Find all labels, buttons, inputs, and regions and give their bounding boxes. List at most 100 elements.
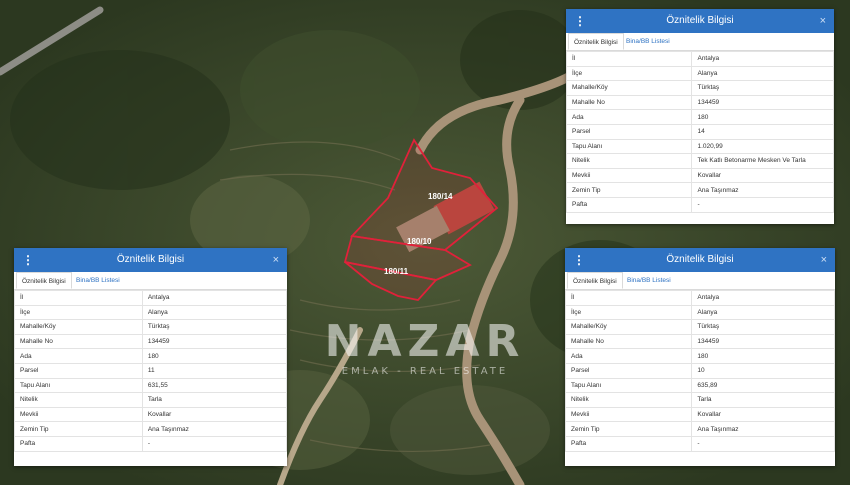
parcel-label: 180/14 <box>428 192 453 201</box>
attribute-value: Tarla <box>141 392 288 408</box>
attribute-value: Alanya <box>691 304 835 321</box>
attribute-value: Kovallar <box>691 406 835 423</box>
table-row: Mevkii Kovallar <box>565 167 834 184</box>
panel-tabs: Öznitelik Bilgisi Bina/BB Listesi <box>566 33 834 51</box>
table-row: Mahalle No 134459 <box>564 333 835 350</box>
menu-icon[interactable]: ⋮ <box>573 248 585 272</box>
attribute-key: Zemin Tip <box>14 421 143 437</box>
panel-tabs: Öznitelik Bilgisi Bina/BB Listesi <box>565 272 835 290</box>
attribute-key: Mevkii <box>14 406 143 423</box>
table-row: Tapu Alanı 1.020,99 <box>565 138 834 155</box>
table-row: Zemin Tip Ana Taşınmaz <box>14 421 288 437</box>
attribute-value: Türktaş <box>691 80 834 96</box>
table-row: Parsel 14 <box>565 123 834 140</box>
tab-attributes[interactable]: Öznitelik Bilgisi <box>567 272 623 289</box>
attribute-key: Tapu Alanı <box>565 138 693 155</box>
attribute-key: Pafta <box>14 435 143 452</box>
attribute-panel-parcel-11: ⋮ Öznitelik Bilgisi × Öznitelik Bilgisi … <box>14 248 288 466</box>
attribute-panel-parcel-14: ⋮ Öznitelik Bilgisi × Öznitelik Bilgisi … <box>565 9 834 224</box>
panel-title: Öznitelik Bilgisi <box>666 254 734 265</box>
attribute-key: Mahalle No <box>564 333 693 350</box>
tab-building-list[interactable]: Bina/BB Listesi <box>71 272 125 289</box>
attribute-key: Ada <box>14 348 143 364</box>
panel-header: ⋮ Öznitelik Bilgisi × <box>565 248 835 272</box>
attribute-key: Mahalle/Köy <box>564 319 693 335</box>
table-row: Mahalle/Köy Türktaş <box>14 319 288 335</box>
attribute-value: - <box>691 196 834 213</box>
attribute-value: 134459 <box>691 333 835 350</box>
attribute-value: 14 <box>691 123 834 140</box>
table-row: Parsel 10 <box>564 362 835 379</box>
attribute-value: Ana Taşınmaz <box>691 182 834 198</box>
close-icon[interactable]: × <box>820 9 826 33</box>
table-row: Ada 180 <box>564 348 835 364</box>
panel-title: Öznitelik Bilgisi <box>666 15 734 26</box>
table-row: Pafta - <box>565 196 834 213</box>
attribute-panel-parcel-10: ⋮ Öznitelik Bilgisi × Öznitelik Bilgisi … <box>564 248 835 466</box>
tab-building-list[interactable]: Bina/BB Listesi <box>622 272 676 289</box>
attribute-value: Tek Katlı Betonarme Mesken Ve Tarla <box>691 153 834 169</box>
tab-attributes[interactable]: Öznitelik Bilgisi <box>16 272 72 289</box>
table-row: İl Antalya <box>564 290 835 306</box>
attribute-value: Antalya <box>141 290 288 306</box>
attribute-key: İl <box>14 290 143 306</box>
attribute-table: İl Antalya İlçe Alanya Mahalle/Köy Türktaş Mah… <box>564 290 835 452</box>
attribute-key: Nitelik <box>14 392 143 408</box>
table-row: İl Antalya <box>14 290 288 306</box>
attribute-value: Ana Taşınmaz <box>141 421 288 437</box>
attribute-value: Antalya <box>691 51 834 67</box>
panel-header: ⋮ Öznitelik Bilgisi × <box>14 248 287 272</box>
attribute-key: Ada <box>565 109 693 125</box>
attribute-key: Mevkii <box>565 167 693 184</box>
attribute-key: İl <box>565 51 693 67</box>
tab-attributes[interactable]: Öznitelik Bilgisi <box>568 33 624 50</box>
close-icon[interactable]: × <box>273 248 279 272</box>
table-row: Tapu Alanı 635,89 <box>564 377 835 394</box>
close-icon[interactable]: × <box>821 248 827 272</box>
attribute-key: Mahalle/Köy <box>14 319 143 335</box>
table-row: Ada 180 <box>14 348 288 364</box>
table-row: Mahalle/Köy Türktaş <box>564 319 835 335</box>
attribute-key: Ada <box>564 348 693 364</box>
attribute-table: İl Antalya İlçe Alanya Mahalle/Köy Türktaş Mah… <box>14 290 288 452</box>
tab-building-list[interactable]: Bina/BB Listesi <box>621 33 675 50</box>
attribute-key: Nitelik <box>564 392 693 408</box>
attribute-key: Mahalle No <box>565 94 693 111</box>
parcel-label: 180/10 <box>407 237 432 246</box>
table-row: Zemin Tip Ana Taşınmaz <box>565 182 834 198</box>
attribute-value: 180 <box>691 109 834 125</box>
attribute-value: 1.020,99 <box>691 138 834 155</box>
table-row: Mahalle No 134459 <box>14 333 288 350</box>
attribute-value: 11 <box>141 362 288 379</box>
attribute-value: 635,89 <box>691 377 835 394</box>
attribute-key: Parsel <box>564 362 693 379</box>
table-row: Nitelik Tarla <box>564 392 835 408</box>
attribute-value: Alanya <box>691 65 834 82</box>
menu-icon[interactable]: ⋮ <box>22 248 34 272</box>
table-row: İl Antalya <box>565 51 834 67</box>
table-row: Zemin Tip Ana Taşınmaz <box>564 421 835 437</box>
attribute-value: 180 <box>691 348 835 364</box>
table-row: Nitelik Tek Katlı Betonarme Mesken Ve Tar… <box>565 153 834 169</box>
attribute-key: İlçe <box>564 304 693 321</box>
attribute-key: Mevkii <box>564 406 693 423</box>
panel-title: Öznitelik Bilgisi <box>116 254 185 265</box>
table-row: Tapu Alanı 631,55 <box>14 377 288 394</box>
attribute-key: Pafta <box>564 435 693 452</box>
attribute-key: İlçe <box>14 304 143 321</box>
attribute-key: Pafta <box>565 196 693 213</box>
attribute-key: Nitelik <box>565 153 693 169</box>
menu-icon[interactable]: ⋮ <box>574 9 586 33</box>
attribute-key: İl <box>564 290 693 306</box>
table-row: Nitelik Tarla <box>14 392 288 408</box>
attribute-key: Tapu Alanı <box>564 377 693 394</box>
attribute-value: - <box>141 435 288 452</box>
table-row: Pafta - <box>14 435 288 452</box>
attribute-value: 631,55 <box>141 377 288 394</box>
table-row: İlçe Alanya <box>565 65 834 82</box>
attribute-value: - <box>691 435 835 452</box>
attribute-value: Tarla <box>691 392 835 408</box>
attribute-value: Kovallar <box>141 406 288 423</box>
panel-tabs: Öznitelik Bilgisi Bina/BB Listesi <box>14 272 287 290</box>
attribute-value: Antalya <box>691 290 835 306</box>
